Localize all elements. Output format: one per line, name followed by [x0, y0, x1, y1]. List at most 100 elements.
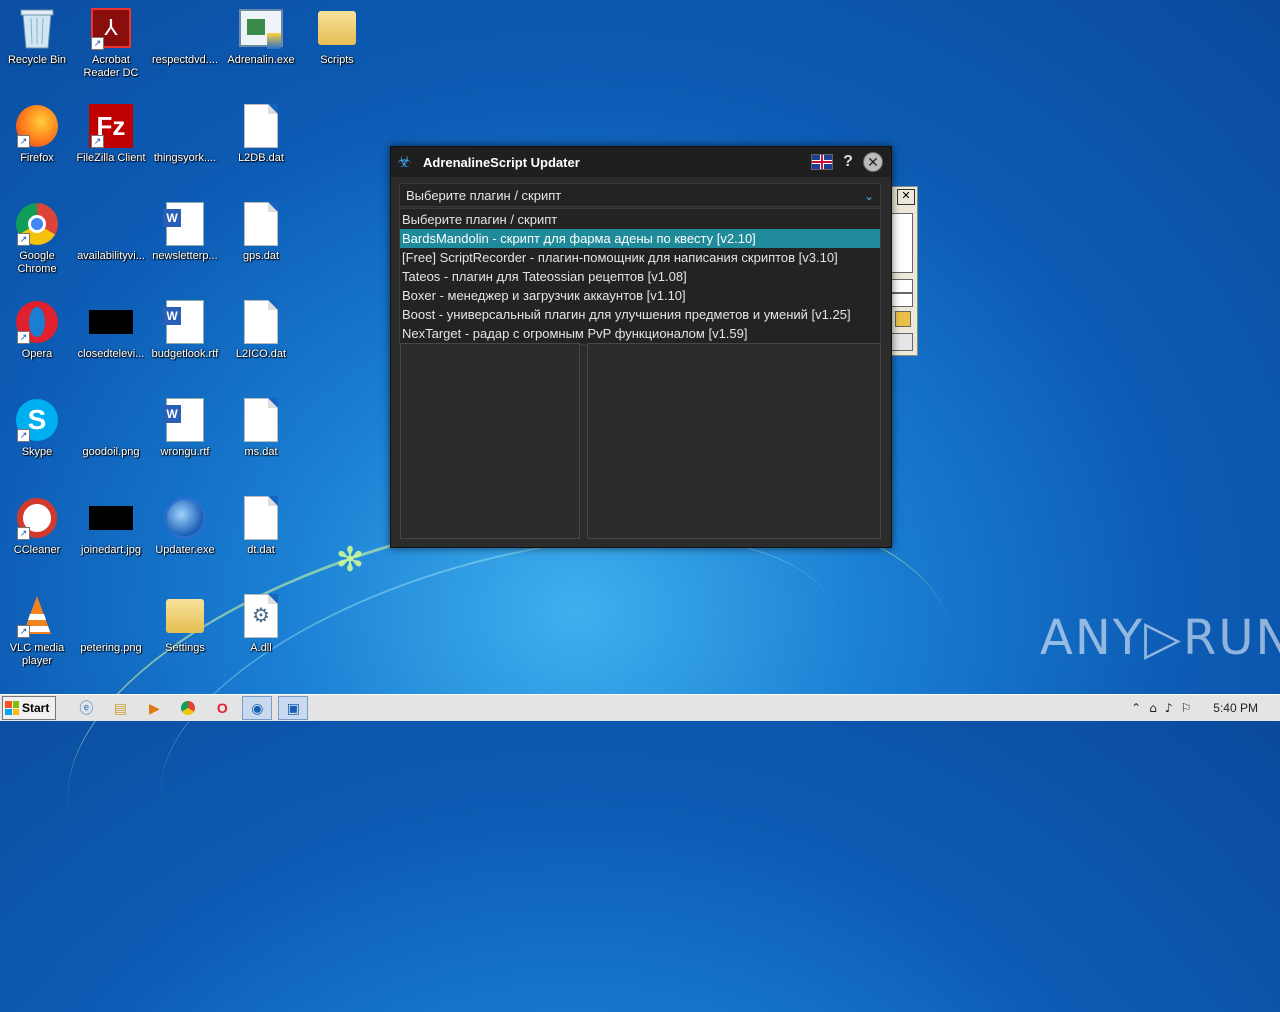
application-window-icon — [239, 6, 283, 50]
desktop-icon-availabilityvi[interactable]: availabilityvi... — [74, 202, 148, 263]
desktop-icon-skype[interactable]: S ↗ Skype — [0, 398, 74, 459]
desktop-icon-label: Settings — [165, 642, 205, 654]
desktop-icon-recycle-bin[interactable]: Recycle Bin — [0, 6, 74, 67]
folder-icon — [163, 594, 207, 638]
desktop-icon-label: Scripts — [320, 54, 354, 66]
action-center-flag-icon[interactable]: ⚐ — [1181, 701, 1192, 715]
desktop-icon-label: Opera — [21, 348, 53, 360]
black-image-icon — [89, 496, 133, 540]
desktop-icon-label: gps.dat — [242, 250, 280, 262]
system-tray: ⌃ ⌂ ♪ ⚐ 5:40 PM — [1123, 697, 1280, 719]
desktop-icon-scripts[interactable]: Scripts — [300, 6, 374, 67]
desktop-icon-acrobat[interactable]: ⅄ ↗ Acrobat Reader DC — [74, 6, 148, 80]
blank-file-icon — [89, 398, 133, 442]
background-window-textarea — [889, 213, 913, 273]
anyrun-watermark: ANY▷RUN — [1040, 610, 1280, 666]
dll-gear-icon: ⚙ — [239, 594, 283, 638]
desktop-icon-updater[interactable]: Updater.exe — [148, 496, 222, 557]
file-icon — [239, 398, 283, 442]
close-icon[interactable]: ✕ — [897, 189, 915, 205]
desktop-icon-label: CCleaner — [13, 544, 61, 556]
black-image-icon — [89, 300, 133, 344]
windows-logo-icon — [5, 701, 19, 715]
firefox-icon: ↗ — [15, 104, 59, 148]
dropdown-option[interactable]: Выберите плагин / скрипт — [400, 210, 880, 229]
desktop-icon-respectdvd[interactable]: respectdvd.... — [148, 6, 222, 67]
desktop-icon-filezilla[interactable]: Fz ↗ FileZilla Client — [74, 104, 148, 165]
desktop-icon-budgetlook[interactable]: W budgetlook.rtf — [148, 300, 222, 361]
adrenaline-taskbar-icon[interactable]: ▣ — [278, 696, 309, 720]
start-button[interactable]: Start — [2, 696, 57, 720]
desktop-icon-opera[interactable]: ↗ Opera — [0, 300, 74, 361]
show-hidden-icons-icon[interactable]: ⌃ — [1131, 701, 1141, 715]
description-panel[interactable] — [587, 343, 881, 539]
desktop-icon-l2db[interactable]: L2DB.dat — [224, 104, 298, 165]
desktop-icon-firefox[interactable]: ↗ Firefox — [0, 104, 74, 165]
dropdown-option-selected[interactable]: BardsMandolin - скрипт для фарма адены п… — [400, 229, 880, 248]
word-document-icon: W — [163, 202, 207, 246]
media-player-icon[interactable]: ▶ — [140, 697, 168, 719]
background-window-button — [889, 333, 913, 351]
desktop-icon-label: Acrobat Reader DC — [83, 54, 139, 79]
vlc-cone-icon: ↗ — [15, 594, 59, 638]
desktop-icon-petering[interactable]: petering.png — [74, 594, 148, 655]
start-label: Start — [22, 701, 50, 715]
updater-taskbar-icon[interactable]: ◉ — [242, 696, 273, 720]
desktop-icon-label: Recycle Bin — [7, 54, 67, 66]
desktop-icon-thingsyork[interactable]: thingsyork.... — [148, 104, 222, 165]
desktop-icon-label: Adrenalin.exe — [227, 54, 295, 66]
shortcut-arrow-icon: ↗ — [17, 527, 30, 540]
desktop-icon-label: Google Chrome — [17, 250, 57, 275]
chevron-down-icon[interactable]: ⌄ — [864, 184, 874, 208]
desktop-icon-label: joinedart.jpg — [81, 544, 141, 556]
file-icon — [239, 202, 283, 246]
adrenaline-logo-icon: ☣ — [397, 152, 412, 171]
shortcut-arrow-icon: ↗ — [17, 135, 30, 148]
desktop-icon-closedtelevi[interactable]: closedtelevi... — [74, 300, 148, 361]
explorer-folder-icon[interactable]: ▤ — [106, 697, 134, 719]
desktop-icon-vlc[interactable]: ↗ VLC media player — [0, 594, 74, 668]
volume-icon[interactable]: ♪ — [1165, 701, 1173, 715]
dropdown-option[interactable]: NexTarget - радар с огромным PvP функцио… — [400, 324, 880, 343]
internet-explorer-icon[interactable]: ⓔ — [72, 697, 100, 719]
network-icon[interactable]: ⌂ — [1149, 701, 1157, 715]
desktop-icon-newsletterp[interactable]: W newsletterp... — [148, 202, 222, 263]
language-flag-uk-icon[interactable] — [811, 154, 833, 170]
opera-icon: ↗ — [15, 300, 59, 344]
help-icon[interactable]: ? — [841, 153, 855, 171]
desktop-icon-label: newsletterp... — [152, 250, 218, 262]
shortcut-arrow-icon: ↗ — [91, 135, 104, 148]
desktop-icon-label: goodoil.png — [82, 446, 140, 458]
desktop-icon-label: L2ICO.dat — [235, 348, 287, 360]
file-list-panel[interactable] — [400, 343, 580, 539]
dropdown-option[interactable]: Boost - универсальный плагин для улучшен… — [400, 305, 880, 324]
desktop-icon-chrome[interactable]: ↗ Google Chrome — [0, 202, 74, 276]
desktop-icon-wrongu[interactable]: W wrongu.rtf — [148, 398, 222, 459]
desktop-icon-ms[interactable]: ms.dat — [224, 398, 298, 459]
chrome-taskbar-icon[interactable] — [174, 697, 202, 719]
opera-taskbar-icon[interactable]: O — [208, 697, 236, 719]
desktop-icon-adrenalin[interactable]: Adrenalin.exe — [224, 6, 298, 67]
desktop-icon-joinedart[interactable]: joinedart.jpg — [74, 496, 148, 557]
desktop-icon-gps[interactable]: gps.dat — [224, 202, 298, 263]
desktop-icon-label: A.dll — [250, 642, 272, 654]
file-icon — [239, 496, 283, 540]
close-icon[interactable]: ✕ — [863, 152, 883, 172]
clock[interactable]: 5:40 PM — [1213, 701, 1258, 715]
desktop-icon-label: Updater.exe — [155, 544, 215, 556]
shortcut-arrow-icon: ↗ — [17, 625, 30, 638]
blank-file-icon — [163, 104, 207, 148]
background-window-field — [889, 293, 913, 307]
desktop-icon-a-dll[interactable]: ⚙ A.dll — [224, 594, 298, 655]
desktop-icon-ccleaner[interactable]: ↗ CCleaner — [0, 496, 74, 557]
plugin-select[interactable]: Выберите плагин / скрипт ⌄ — [399, 183, 881, 207]
dropdown-option[interactable]: Boxer - менеджер и загрузчик аккаунтов [… — [400, 286, 880, 305]
desktop-icon-goodoil[interactable]: goodoil.png — [74, 398, 148, 459]
desktop-icon-settings[interactable]: Settings — [148, 594, 222, 655]
dropdown-option[interactable]: [Free] ScriptRecorder - плагин-помощник … — [400, 248, 880, 267]
dialog-titlebar[interactable]: ☣ AdrenalineScript Updater ? ✕ — [391, 147, 891, 177]
shortcut-arrow-icon: ↗ — [17, 233, 30, 246]
desktop-icon-l2ico[interactable]: L2ICO.dat — [224, 300, 298, 361]
desktop-icon-dt[interactable]: dt.dat — [224, 496, 298, 557]
dropdown-option[interactable]: Tateos - плагин для Tateossian рецептов … — [400, 267, 880, 286]
